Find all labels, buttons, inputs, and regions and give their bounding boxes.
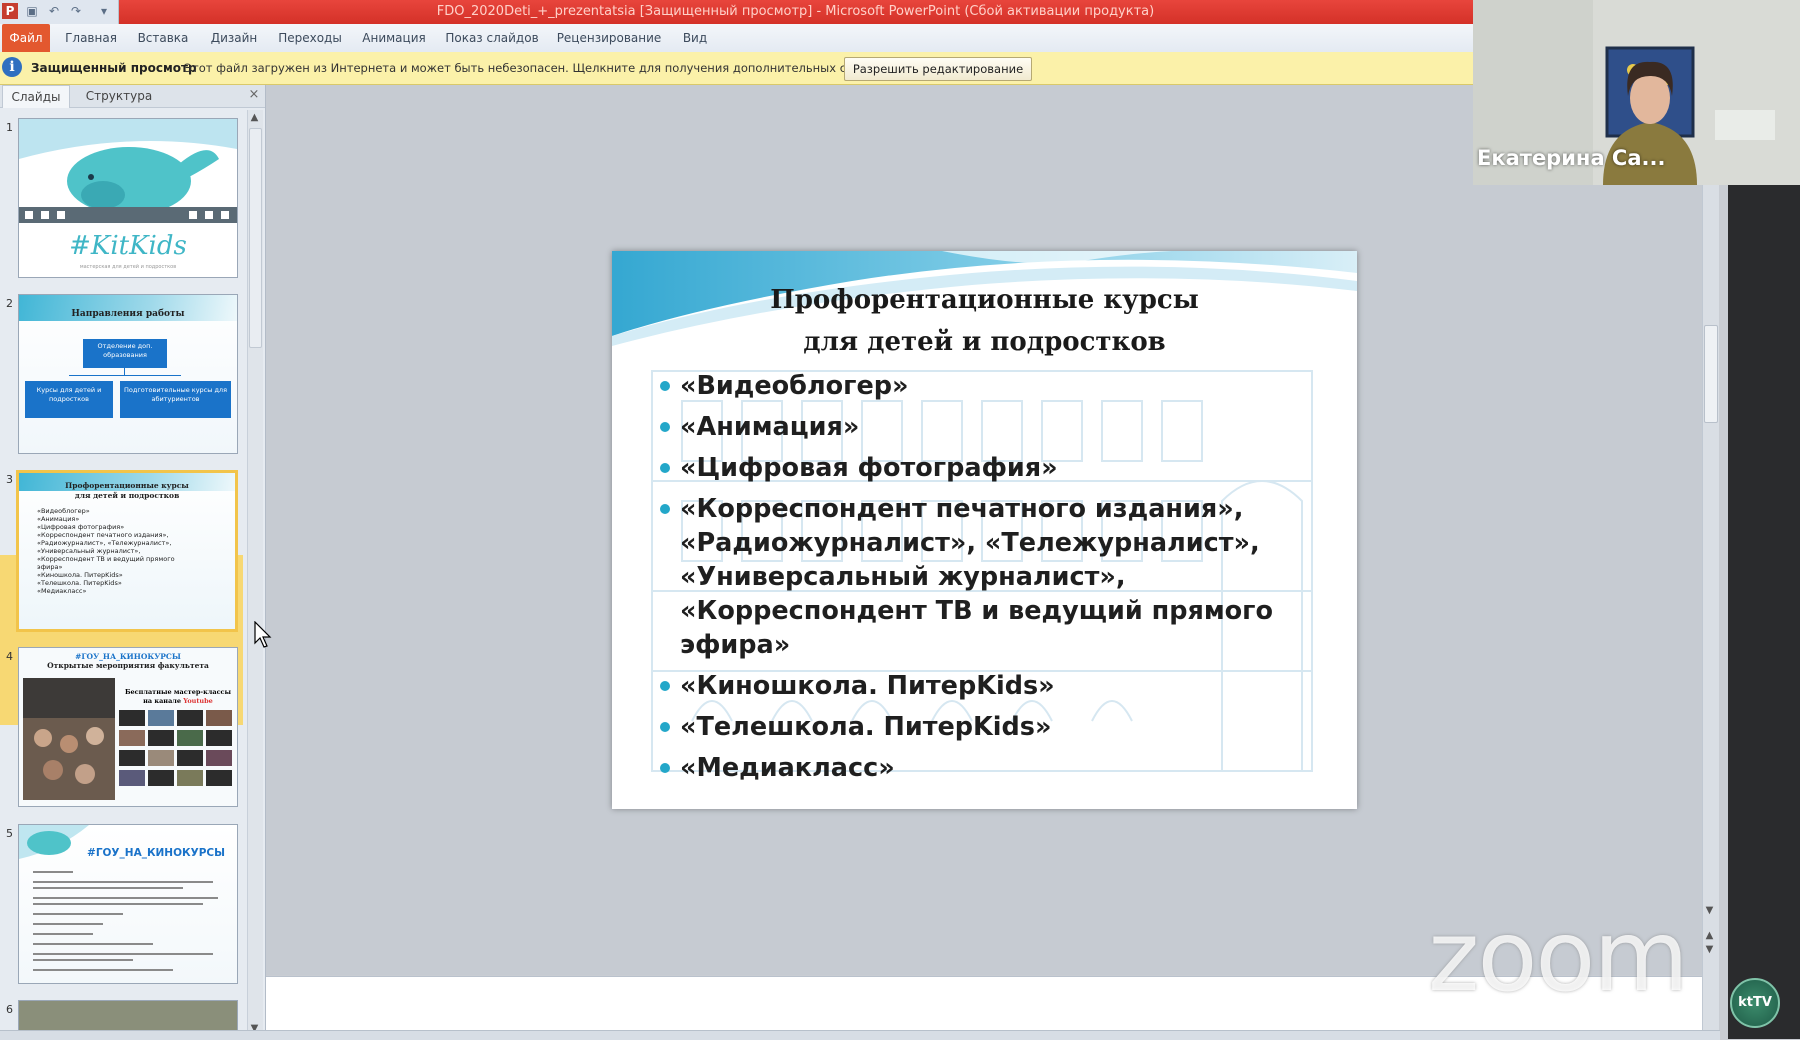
thumb-side-line: на канале bbox=[143, 697, 181, 705]
thumb-title-line: Профорентационные курсы bbox=[65, 481, 189, 490]
slide-thumbnail-4[interactable]: #ГОУ_НА_КИНОКУРСЫ Открытые мероприятия ф… bbox=[18, 647, 238, 807]
next-slide-icon[interactable]: ▼ bbox=[1702, 944, 1717, 955]
thumb-list-line: «Радиожурналист», «Тележурналист», bbox=[37, 539, 172, 547]
thumb-subtitle: мастерская для детей и подростков bbox=[79, 264, 177, 270]
thumb-list-line: «Медиакласс» bbox=[37, 587, 87, 595]
thumb-list: «Видеоблогер» «Анимация» «Цифровая фотог… bbox=[37, 507, 175, 595]
save-icon[interactable]: ▣ bbox=[24, 3, 40, 19]
thumb-list-line: «Телешкола. ПитерKids» bbox=[37, 579, 122, 587]
thumb-title: Профорентационные курсы для детей и подр… bbox=[19, 481, 235, 501]
youtube-label: Youtube bbox=[183, 697, 213, 705]
close-panel-icon[interactable]: × bbox=[246, 87, 262, 103]
bullet-item: «Анимация» bbox=[660, 410, 1340, 444]
customize-toolbar-icon[interactable]: ▾ bbox=[96, 3, 112, 19]
thumb-side-line: Бесплатные мастер-классы bbox=[124, 688, 232, 696]
protected-view-title: Защищенный просмотр bbox=[31, 61, 197, 75]
zoom-watermark: zoom bbox=[1428, 900, 1689, 1014]
slide-number: 1 bbox=[6, 121, 13, 134]
slide-number: 6 bbox=[6, 1003, 13, 1016]
redo-icon[interactable]: ↷ bbox=[68, 3, 84, 19]
previous-slide-icon[interactable]: ▲ bbox=[1702, 930, 1717, 941]
enable-editing-button[interactable]: Разрешить редактирование bbox=[844, 57, 1032, 81]
protected-view-bar[interactable]: i Защищенный просмотр Этот файл загружен… bbox=[0, 52, 1473, 85]
thumb-box: Курсы для детей и подростков bbox=[25, 381, 113, 418]
scroll-up-icon[interactable]: ▲ bbox=[247, 112, 262, 123]
tab-insert[interactable]: Вставка bbox=[132, 24, 194, 52]
video-grid-icon bbox=[119, 710, 232, 786]
tab-design[interactable]: Дизайн bbox=[204, 24, 264, 52]
thumb-title: #ГОУ_НА_КИНОКУРСЫ Открытые мероприятия ф… bbox=[19, 652, 237, 670]
connector-line bbox=[69, 375, 181, 376]
slide-number: 3 bbox=[6, 473, 13, 486]
thumb-list-line: «Корреспондент ТВ и ведущий прямого bbox=[37, 555, 175, 563]
bullet-item: «Киношкола. ПитерKids» bbox=[660, 669, 1340, 703]
thumb-box: Отделение доп. образования bbox=[83, 339, 167, 368]
bullet-item: «Видеоблогер» bbox=[660, 369, 1340, 403]
slide-title-line: Профорентационные курсы bbox=[770, 285, 1199, 315]
slide-thumbnail-5[interactable]: #ГОУ_НА_КИНОКУРСЫ bbox=[18, 824, 238, 984]
window-title: FDO_2020Deti_+_prezentatsia [Защищенный … bbox=[436, 4, 1155, 19]
thumb-title-line: для детей и подростков bbox=[74, 491, 180, 500]
thumb-title: Направления работы bbox=[71, 309, 185, 319]
participant-name: Екатерина Са... bbox=[1477, 146, 1666, 170]
panel-scrollbar-thumb[interactable] bbox=[249, 128, 262, 348]
thumb-list-line: «Цифровая фотография» bbox=[37, 523, 125, 531]
slide-number: 2 bbox=[6, 297, 13, 310]
thumb-title: #KitKids bbox=[69, 231, 187, 261]
thumb-list-line: «Киношкола. ПитерKids» bbox=[37, 571, 123, 579]
thumb-title: #ГОУ_НА_КИНОКУРСЫ bbox=[87, 847, 225, 859]
scroll-down-icon[interactable]: ▼ bbox=[1702, 905, 1717, 916]
tab-home[interactable]: Главная bbox=[60, 24, 122, 52]
thumb-text-lines bbox=[33, 871, 218, 971]
thumb-box: Подготовительные курсы для абитуриентов bbox=[120, 381, 231, 418]
slide-bullet-list[interactable]: «Видеоблогер» «Анимация» «Цифровая фотог… bbox=[660, 369, 1340, 792]
tab-outline[interactable]: Структура bbox=[78, 85, 160, 107]
whale-corner-icon bbox=[19, 825, 89, 859]
info-icon: i bbox=[2, 57, 22, 77]
slide-thumbnail-2[interactable]: Направления работы Отделение доп. образо… bbox=[18, 294, 238, 454]
ribbon-tabs: Файл Главная Вставка Дизайн Переходы Ани… bbox=[0, 24, 1473, 53]
quick-access-toolbar: P ▣ ↶ ↷ ▾ bbox=[0, 0, 119, 24]
slide-number: 5 bbox=[6, 827, 13, 840]
tab-slide-show[interactable]: Показ слайдов bbox=[444, 24, 540, 52]
undo-icon[interactable]: ↶ bbox=[46, 3, 62, 19]
slide-thumbnail-1[interactable]: #KitKids мастерская для детей и подростк… bbox=[18, 118, 238, 278]
bullet-item: «Телешкола. ПитерKids» bbox=[660, 710, 1340, 744]
slide-title-line: для детей и подростков bbox=[803, 327, 1166, 357]
thumb-list-line: «Видеоблогер» bbox=[37, 507, 90, 515]
powerpoint-logo-icon[interactable]: P bbox=[2, 3, 18, 19]
thumb-list-line: «Корреспондент печатного издания», bbox=[37, 531, 169, 539]
slides-panel: Слайды Структура × 1 #KitKids мастерская… bbox=[0, 85, 266, 1039]
photo-collage-icon bbox=[23, 678, 115, 800]
editor-scrollbar-thumb[interactable] bbox=[1704, 325, 1718, 423]
thumb-title-line: #ГОУ_НА_КИНОКУРСЫ bbox=[75, 652, 181, 661]
slide-title[interactable]: Профорентационные курсы для детей и подр… bbox=[612, 279, 1357, 363]
tab-transitions[interactable]: Переходы bbox=[274, 24, 346, 52]
panel-tabs: Слайды Структура × bbox=[0, 85, 265, 108]
slide-thumbnail-3[interactable]: Профорентационные курсы для детей и подр… bbox=[16, 470, 238, 632]
tab-review[interactable]: Рецензирование bbox=[554, 24, 664, 52]
thumb-list-line: эфира» bbox=[37, 563, 63, 571]
zoom-dark-area bbox=[1728, 185, 1800, 1039]
bullet-item: «Корреспондент печатного издания», «Ради… bbox=[660, 492, 1340, 662]
thumb-list-line: «Универсальный журналист», bbox=[37, 547, 141, 555]
thumb-list-line: «Анимация» bbox=[37, 515, 80, 523]
tab-animations[interactable]: Анимация bbox=[356, 24, 432, 52]
tv-logo-icon: ktTV bbox=[1730, 978, 1780, 1028]
tab-view[interactable]: Вид bbox=[678, 24, 712, 52]
slide-number: 4 bbox=[6, 650, 13, 663]
mouse-cursor-icon bbox=[254, 621, 272, 648]
tab-file[interactable]: Файл bbox=[2, 24, 50, 52]
tab-slides[interactable]: Слайды bbox=[2, 85, 70, 108]
bullet-item: «Медиакласс» bbox=[660, 751, 1340, 785]
bullet-item: «Цифровая фотография» bbox=[660, 451, 1340, 485]
editor-scrollbar[interactable] bbox=[1702, 185, 1719, 1030]
protected-view-message[interactable]: Этот файл загружен из Интернета и может … bbox=[184, 52, 901, 84]
current-slide[interactable]: Профорентационные курсы для детей и подр… bbox=[612, 251, 1357, 809]
thumb-side-text: Бесплатные мастер-классы на канале Youtu… bbox=[123, 688, 233, 706]
thumb-title-line: Открытые мероприятия факультета bbox=[47, 661, 209, 670]
